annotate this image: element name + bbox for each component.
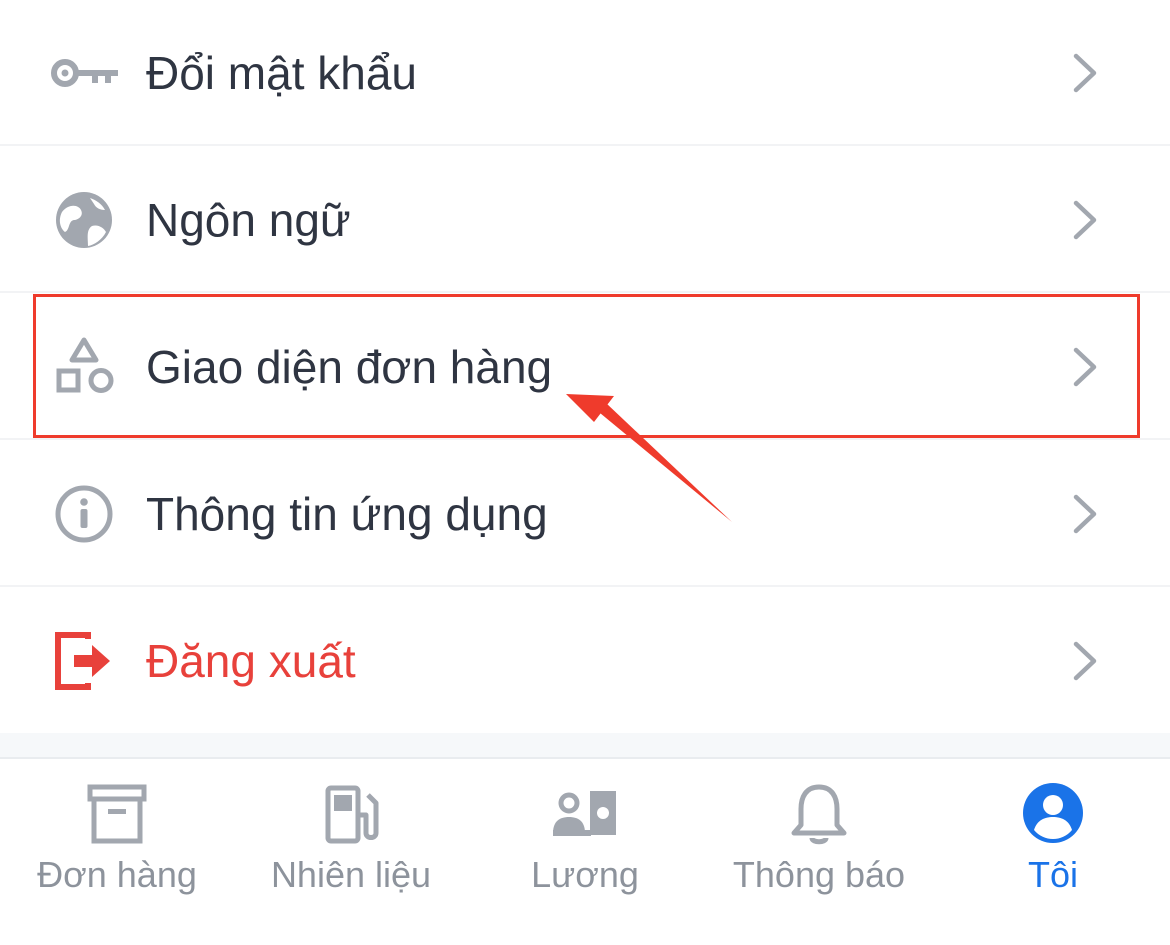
shapes-icon bbox=[48, 337, 120, 397]
tab-label: Thông báo bbox=[732, 854, 906, 895]
row-divider bbox=[0, 144, 1170, 146]
menu-item-label: Đổi mật khẩu bbox=[146, 47, 418, 99]
globe-icon bbox=[48, 190, 120, 250]
chevron-right-icon bbox=[1068, 199, 1102, 241]
tab-notifications[interactable]: Thông báo bbox=[702, 759, 936, 945]
tab-orders[interactable]: Đơn hàng bbox=[0, 759, 234, 945]
menu-item-label: Ngôn ngữ bbox=[146, 194, 351, 246]
menu-item-language[interactable]: Ngôn ngữ bbox=[0, 147, 1170, 293]
user-avatar-icon bbox=[1018, 783, 1088, 847]
menu-item-label: Đăng xuất bbox=[146, 635, 356, 687]
archive-box-icon bbox=[82, 783, 152, 847]
tab-me[interactable]: Tôi bbox=[936, 759, 1170, 945]
menu-item-change-password[interactable]: Đổi mật khẩu bbox=[0, 0, 1170, 146]
info-icon bbox=[48, 484, 120, 544]
row-divider bbox=[0, 438, 1170, 440]
chevron-right-icon bbox=[1068, 346, 1102, 388]
menu-item-label: Thông tin ứng dụng bbox=[146, 488, 548, 540]
fuel-pump-icon bbox=[316, 783, 386, 847]
section-separator bbox=[0, 733, 1170, 757]
tab-label: Đơn hàng bbox=[37, 854, 197, 895]
salary-icon bbox=[550, 783, 620, 847]
tab-label: Nhiên liệu bbox=[270, 854, 432, 895]
key-icon bbox=[48, 43, 120, 103]
bottom-tab-bar: Đơn hàng Nhiên liệu Lương Thông báo Tôi bbox=[0, 757, 1170, 945]
chevron-right-icon bbox=[1068, 52, 1102, 94]
row-divider bbox=[0, 291, 1170, 293]
bell-icon bbox=[784, 783, 854, 847]
menu-item-order-interface[interactable]: Giao diện đơn hàng bbox=[0, 294, 1170, 440]
row-divider bbox=[0, 585, 1170, 587]
settings-screen: Đổi mật khẩu Ngôn ngữ Giao diện đơn hàng… bbox=[0, 0, 1170, 945]
tab-fuel[interactable]: Nhiên liệu bbox=[234, 759, 468, 945]
logout-icon bbox=[48, 631, 120, 691]
chevron-right-icon bbox=[1068, 640, 1102, 682]
settings-menu-list: Đổi mật khẩu Ngôn ngữ Giao diện đơn hàng… bbox=[0, 0, 1170, 733]
menu-item-app-info[interactable]: Thông tin ứng dụng bbox=[0, 441, 1170, 587]
tab-salary[interactable]: Lương bbox=[468, 759, 702, 945]
tab-label: Tôi bbox=[1027, 854, 1078, 895]
menu-item-logout[interactable]: Đăng xuất bbox=[0, 588, 1170, 734]
menu-item-label: Giao diện đơn hàng bbox=[146, 341, 553, 393]
tab-label: Lương bbox=[531, 854, 639, 895]
chevron-right-icon bbox=[1068, 493, 1102, 535]
